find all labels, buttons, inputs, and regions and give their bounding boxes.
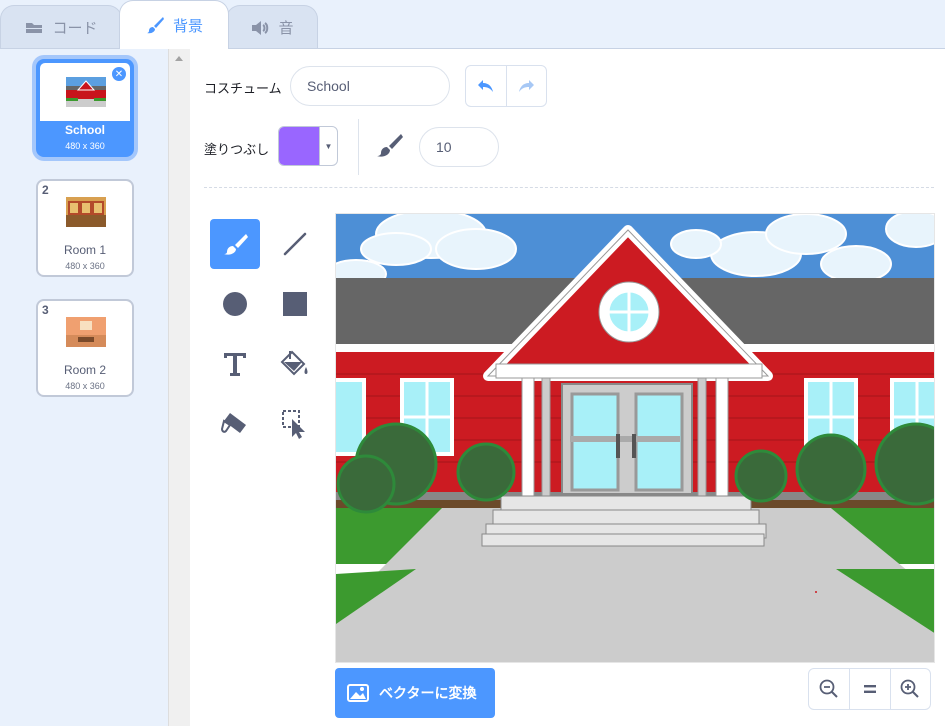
convert-to-vector-button[interactable]: ベクターに変換 <box>335 668 495 718</box>
line-tool[interactable] <box>270 219 320 269</box>
select-tool[interactable] <box>270 399 320 449</box>
paint-bucket-icon <box>280 350 308 376</box>
toolbar-divider <box>358 119 359 175</box>
equals-icon <box>864 685 876 693</box>
code-icon <box>26 22 43 33</box>
costume-name: Room 1 <box>63 243 107 257</box>
room1-thumbnail <box>66 197 106 227</box>
costume-label: コスチューム <box>204 81 282 96</box>
delete-costume-button[interactable]: ✕ <box>110 65 128 83</box>
room2-thumbnail <box>66 317 106 347</box>
fill-tool[interactable] <box>270 339 320 389</box>
costume-item-room2[interactable]: 3 Room 2 480 x 360 <box>36 299 134 397</box>
chevron-down-icon: ▼ <box>319 127 337 165</box>
fill-color-swatch <box>279 127 319 165</box>
costume-name: School <box>64 123 105 137</box>
fill-label: 塗りつぶし <box>204 142 270 157</box>
costume-item-school[interactable]: 1 ✕ School 480 x 360 <box>36 59 134 157</box>
zoom-reset-button[interactable] <box>849 669 889 709</box>
zoom-controls <box>808 668 931 710</box>
convert-label: ベクターに変換 <box>379 685 477 701</box>
text-icon <box>224 353 246 376</box>
tab-code[interactable]: コード <box>0 5 122 49</box>
costume-name-input[interactable]: School <box>290 66 450 106</box>
school-thumbnail <box>66 77 106 107</box>
brush-size-input[interactable]: 10 <box>419 127 499 167</box>
costume-item-room1[interactable]: 2 Room 1 480 x 360 <box>36 179 134 277</box>
costume-size: 480 x 360 <box>65 261 105 271</box>
tab-label: 音 <box>278 20 294 37</box>
undo-icon <box>477 80 493 92</box>
zoom-out-icon <box>819 679 838 698</box>
sidebar-scrollbar[interactable] <box>168 48 190 726</box>
fill-color-picker[interactable]: ▼ <box>278 126 338 166</box>
eraser-icon <box>220 413 246 433</box>
brush-tool[interactable] <box>210 219 260 269</box>
line-icon <box>283 232 307 256</box>
eraser-tool[interactable] <box>210 399 260 449</box>
speaker-icon <box>252 20 269 35</box>
tab-sounds[interactable]: 音 <box>226 5 318 49</box>
costume-number: 3 <box>42 303 49 317</box>
undo-button[interactable] <box>466 66 506 106</box>
brush-size-icon <box>377 134 403 157</box>
brush-icon <box>224 234 248 255</box>
rectangle-icon <box>283 292 307 316</box>
costume-number: 2 <box>42 183 49 197</box>
toolbar-separator <box>204 187 934 188</box>
school-backdrop <box>336 214 934 662</box>
redo-button[interactable] <box>505 66 546 106</box>
brush-icon <box>146 17 164 34</box>
zoom-out-button[interactable] <box>809 669 849 709</box>
close-icon: ✕ <box>114 68 124 80</box>
rectangle-tool[interactable] <box>270 279 320 329</box>
select-icon <box>282 410 305 439</box>
editor-tabs: コード 背景 音 <box>0 0 945 49</box>
zoom-in-icon <box>900 679 920 698</box>
text-tool[interactable] <box>210 339 260 389</box>
tab-label: コード <box>52 20 98 37</box>
redo-icon <box>519 80 535 92</box>
paint-canvas[interactable] <box>335 213 935 663</box>
costume-size: 480 x 360 <box>65 381 105 391</box>
paint-editor: コスチューム School 塗りつぶし ▼ 10 ベクターに変換 <box>190 48 945 726</box>
costume-size: 480 x 360 <box>65 141 105 151</box>
tab-label: 背景 <box>172 17 203 35</box>
zoom-in-button[interactable] <box>889 669 930 709</box>
costume-number: 1 <box>42 63 49 77</box>
costume-name: Room 2 <box>63 363 107 377</box>
tab-backdrops[interactable]: 背景 <box>119 0 229 49</box>
scroll-up-arrow-icon[interactable] <box>175 56 183 61</box>
circle-icon <box>223 292 247 316</box>
image-icon <box>347 684 369 702</box>
costume-list: 1 ✕ School 480 x 360 2 Room 1 480 x 360 <box>0 48 168 726</box>
undo-redo-group <box>465 65 547 107</box>
circle-tool[interactable] <box>210 279 260 329</box>
